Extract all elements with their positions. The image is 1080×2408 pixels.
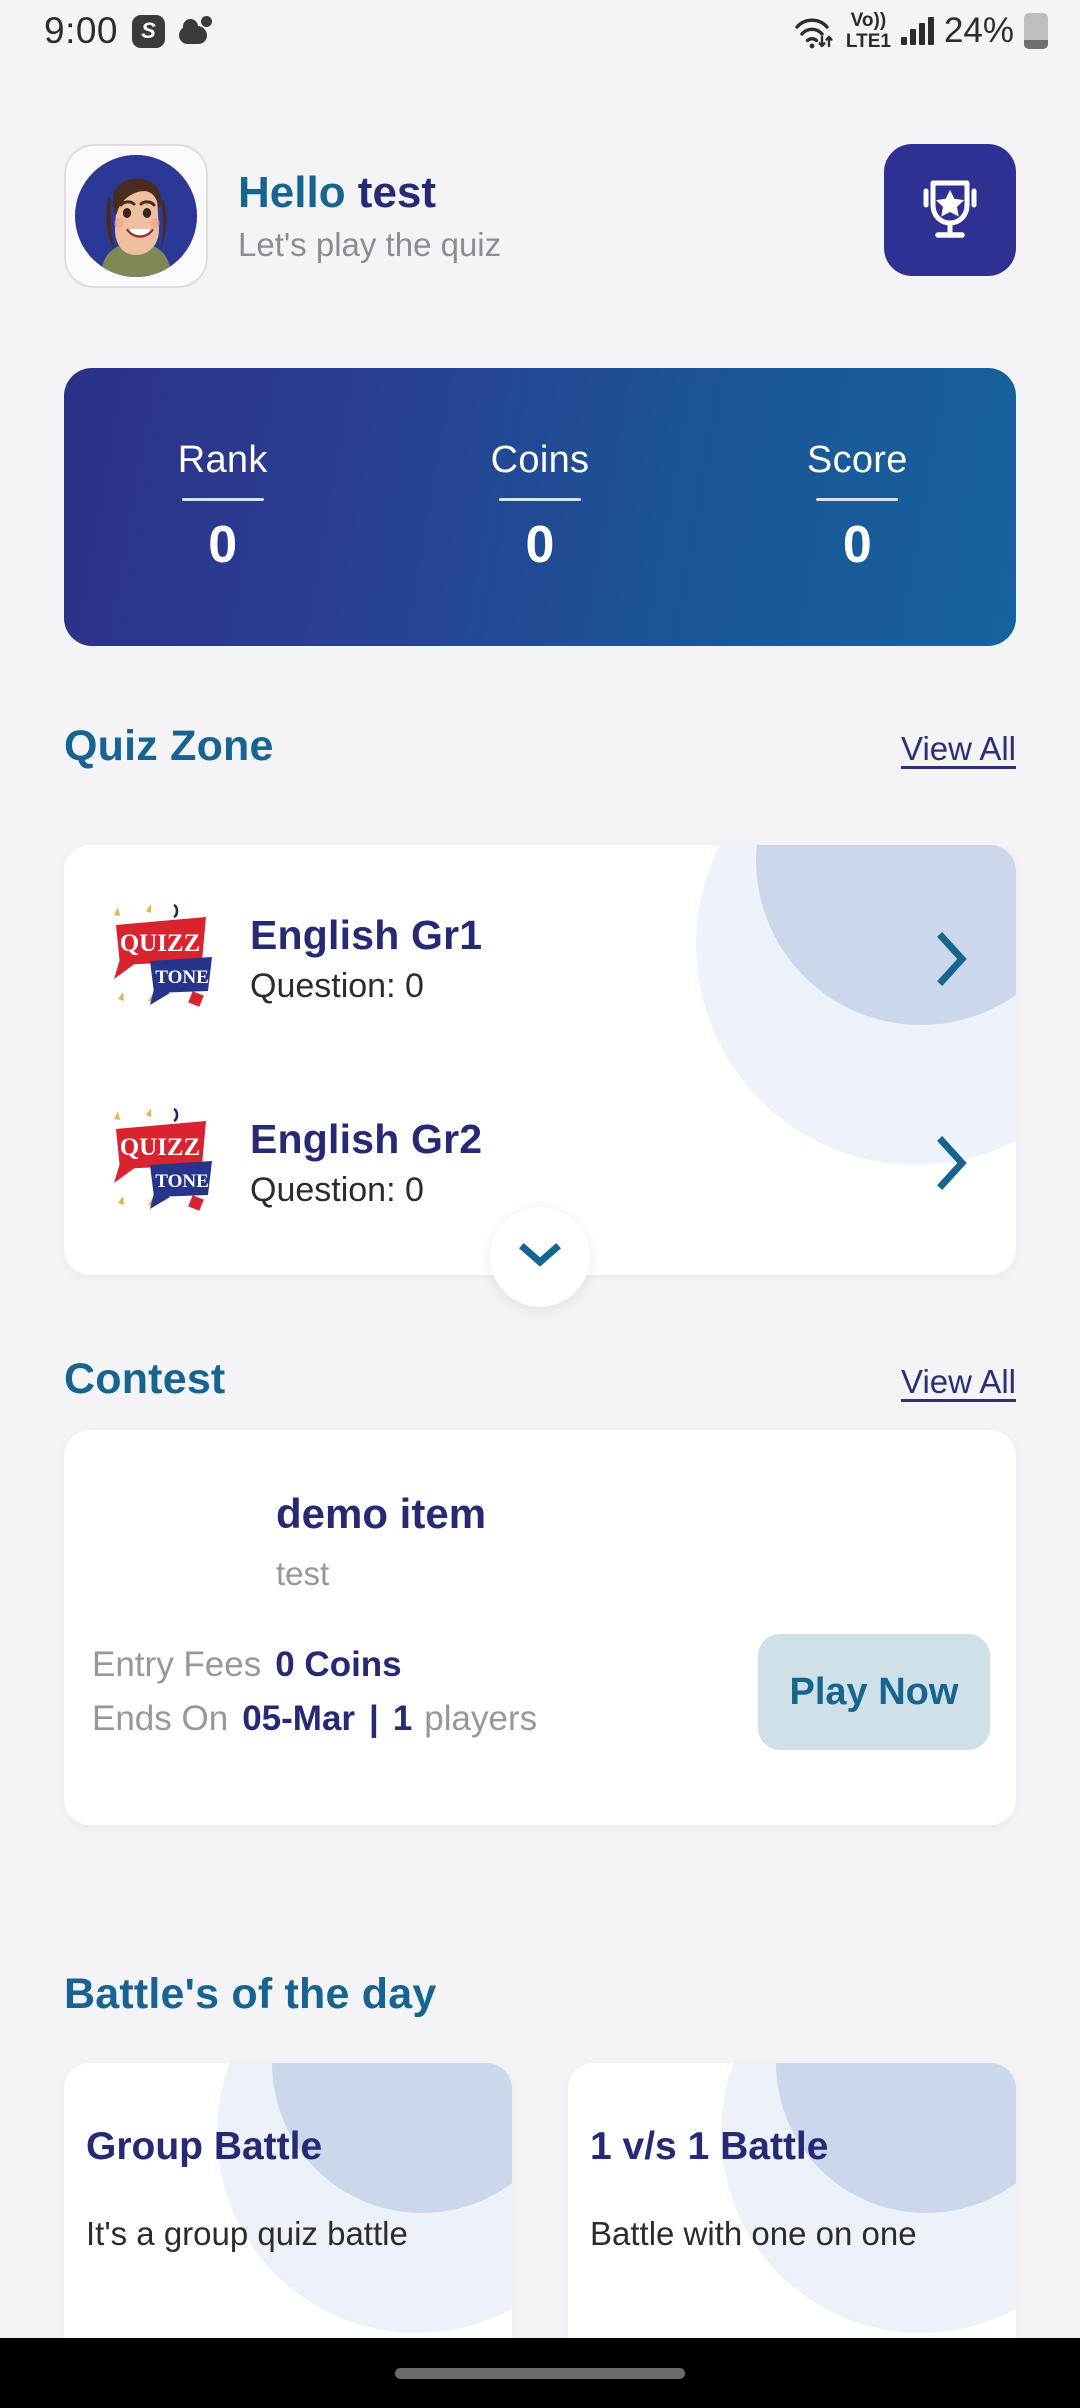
stat-value: 0: [842, 516, 872, 574]
stat-label: Score: [806, 439, 908, 481]
quiz-item-text: English Gr2 Question: 0: [250, 1116, 924, 1210]
stat-divider: [816, 498, 899, 501]
stat-rank: Rank 0: [64, 439, 381, 575]
players-label: players: [424, 1699, 538, 1738]
battle-card-title: 1 v/s 1 Battle: [590, 2125, 829, 2168]
play-now-label: Play Now: [789, 1670, 959, 1713]
svg-text:QUIZZ: QUIZZ: [120, 930, 201, 957]
svg-text:TONE: TONE: [155, 1171, 209, 1192]
stat-coins: Coins 0: [381, 439, 698, 575]
section-title-quiz-zone: Quiz Zone: [64, 722, 274, 770]
battle-card-subtitle: It's a group quiz battle: [86, 2215, 408, 2252]
status-bar: 9:00 S Vo)) LTE1 24%: [0, 0, 1080, 62]
quiz-list-item[interactable]: QUIZZ TONE English Gr1 Question: 0: [64, 859, 1016, 1059]
contest-name: demo item: [276, 1490, 487, 1537]
stat-value: 0: [525, 516, 555, 574]
quizztone-logo: QUIZZ TONE: [102, 1101, 226, 1225]
status-bar-left: 9:00 S: [44, 10, 215, 52]
battles-header: Battle's of the day: [64, 1970, 1016, 2019]
ends-on-label: Ends On: [92, 1699, 229, 1738]
quiz-item-title: English Gr1: [250, 912, 483, 958]
battery-percent-label: 24%: [943, 11, 1014, 50]
app-screen: 9:00 S Vo)) LTE1 24% Hello test Let's pl…: [0, 0, 1080, 2408]
stat-value: 0: [208, 516, 238, 574]
skype-icon: S: [132, 14, 166, 48]
quiz-zone-view-all-link[interactable]: View All: [901, 730, 1016, 768]
stat-divider: [181, 498, 264, 501]
battery-icon: [1024, 13, 1048, 49]
trophy-icon: [913, 171, 987, 250]
contest-meta: Entry Fees 0 Coins Ends On 05-Mar | 1 pl…: [92, 1645, 537, 1753]
contest-card[interactable]: demo item test Entry Fees 0 Coins Ends O…: [64, 1430, 1016, 1825]
quiz-item-subtitle: Question: 0: [250, 1171, 424, 1209]
chevron-right-icon[interactable]: [924, 1131, 972, 1195]
svg-text:TONE: TONE: [155, 967, 209, 988]
quizztone-logo: QUIZZ TONE: [102, 897, 226, 1021]
battle-card-subtitle: Battle with one on one: [590, 2215, 917, 2252]
chevron-down-icon: [516, 1240, 564, 1275]
players-count: 1: [392, 1699, 413, 1738]
status-clock: 9:00: [44, 10, 119, 51]
greeting-block: Hello test Let's play the quiz: [238, 168, 501, 263]
contest-description: test: [276, 1555, 330, 1592]
battle-card-title: Group Battle: [86, 2125, 323, 2168]
quiz-item-text: English Gr1 Question: 0: [250, 912, 924, 1006]
quiz-zone-header: Quiz Zone View All: [64, 722, 1016, 771]
greeting-username: test: [357, 168, 437, 218]
quiz-item-subtitle: Question: 0: [250, 967, 424, 1005]
volte-label-top: Vo)): [850, 10, 887, 31]
stats-card: Rank 0 Coins 0 Score 0: [64, 368, 1016, 646]
stat-label: Coins: [490, 439, 590, 481]
svg-text:QUIZZ: QUIZZ: [120, 1134, 201, 1161]
wifi-data-icon: [794, 14, 836, 49]
volte-indicator: Vo)) LTE1: [846, 11, 891, 51]
entry-fees-label: Entry Fees: [92, 1645, 262, 1684]
meta-separator: |: [369, 1699, 379, 1738]
ends-on-value: 05-Mar: [242, 1699, 356, 1738]
stat-label: Rank: [177, 439, 268, 481]
entry-fees-row: Entry Fees 0 Coins: [92, 1645, 537, 1685]
stat-score: Score 0: [699, 439, 1016, 575]
status-bar-right: Vo)) LTE1 24%: [794, 11, 1048, 51]
home-indicator[interactable]: [395, 2367, 685, 2379]
contest-view-all-link[interactable]: View All: [901, 1363, 1016, 1401]
play-now-button[interactable]: Play Now: [758, 1634, 990, 1750]
entry-fees-value: 0 Coins: [275, 1645, 402, 1684]
system-navigation-bar: [0, 2338, 1080, 2408]
quiz-item-title: English Gr2: [250, 1116, 483, 1162]
greeting-prefix: Hello: [238, 168, 358, 218]
avatar[interactable]: [64, 144, 208, 288]
greeting-subtitle: Let's play the quiz: [238, 225, 502, 263]
stat-divider: [498, 498, 581, 501]
volte-label-bottom: LTE1: [845, 31, 891, 52]
cellular-signal-icon: [900, 17, 934, 45]
ends-on-row: Ends On 05-Mar | 1 players: [92, 1699, 537, 1739]
chevron-right-icon[interactable]: [924, 927, 972, 991]
partly-cloudy-icon: [179, 16, 215, 46]
profile-header: Hello test Let's play the quiz: [64, 142, 1016, 290]
quiz-zone-expand-button[interactable]: [490, 1207, 590, 1307]
greeting-title: Hello test: [238, 168, 501, 217]
section-title-contest: Contest: [64, 1355, 226, 1403]
section-title-battles: Battle's of the day: [64, 1970, 437, 2018]
trophy-button[interactable]: [884, 144, 1016, 276]
contest-header: Contest View All: [64, 1355, 1016, 1404]
avatar-image: [75, 155, 197, 277]
